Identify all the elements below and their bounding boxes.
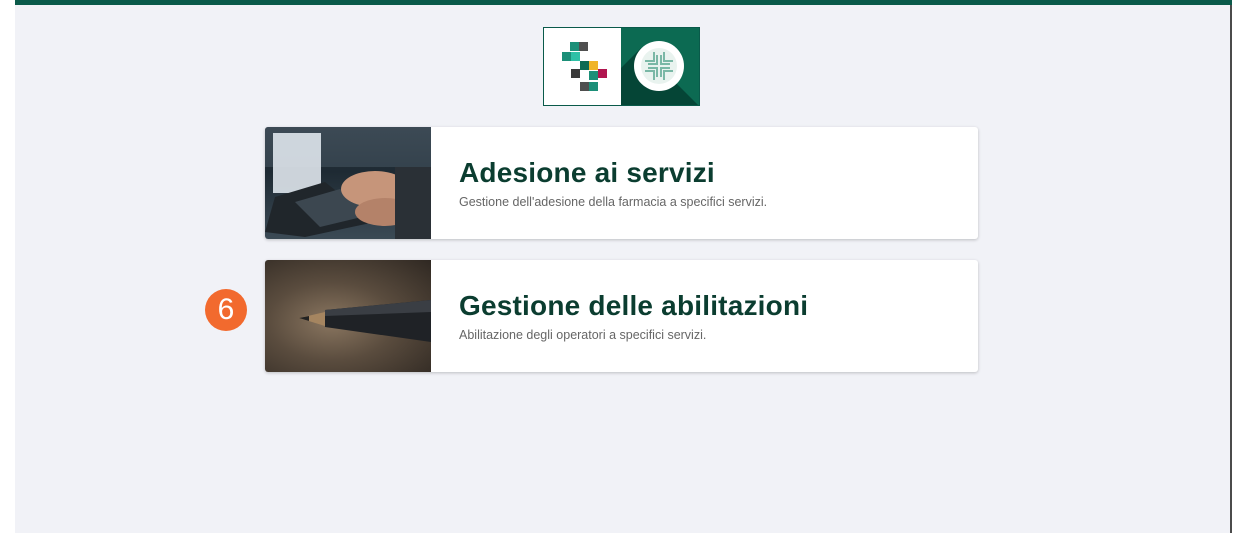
top-accent-bar [15, 0, 1232, 5]
card-gestione-abilitazioni[interactable]: Gestione delle abilitazioni Abilitazione… [265, 260, 978, 372]
card-title: Gestione delle abilitazioni [459, 290, 809, 321]
card-body: Gestione delle abilitazioni Abilitazione… [431, 260, 808, 372]
card-subtitle: Gestione dell'adesione della farmacia a … [459, 195, 768, 209]
laptop-typing-image [265, 127, 431, 239]
card-subtitle: Abilitazione degli operatori a specifici… [459, 328, 707, 342]
app-logo [543, 27, 700, 106]
card-title: Adesione ai servizi [459, 157, 715, 188]
pencil-image [265, 260, 431, 372]
card-body: Adesione ai servizi Gestione dell'adesio… [431, 127, 767, 239]
step-badge: 6 [205, 289, 247, 331]
pharmacy-cross-icon [634, 41, 684, 91]
card-adesione-servizi[interactable]: Adesione ai servizi Gestione dell'adesio… [265, 127, 978, 239]
pharmacy-logo-panel [621, 28, 699, 105]
pixel-s-logo-icon [544, 28, 621, 105]
